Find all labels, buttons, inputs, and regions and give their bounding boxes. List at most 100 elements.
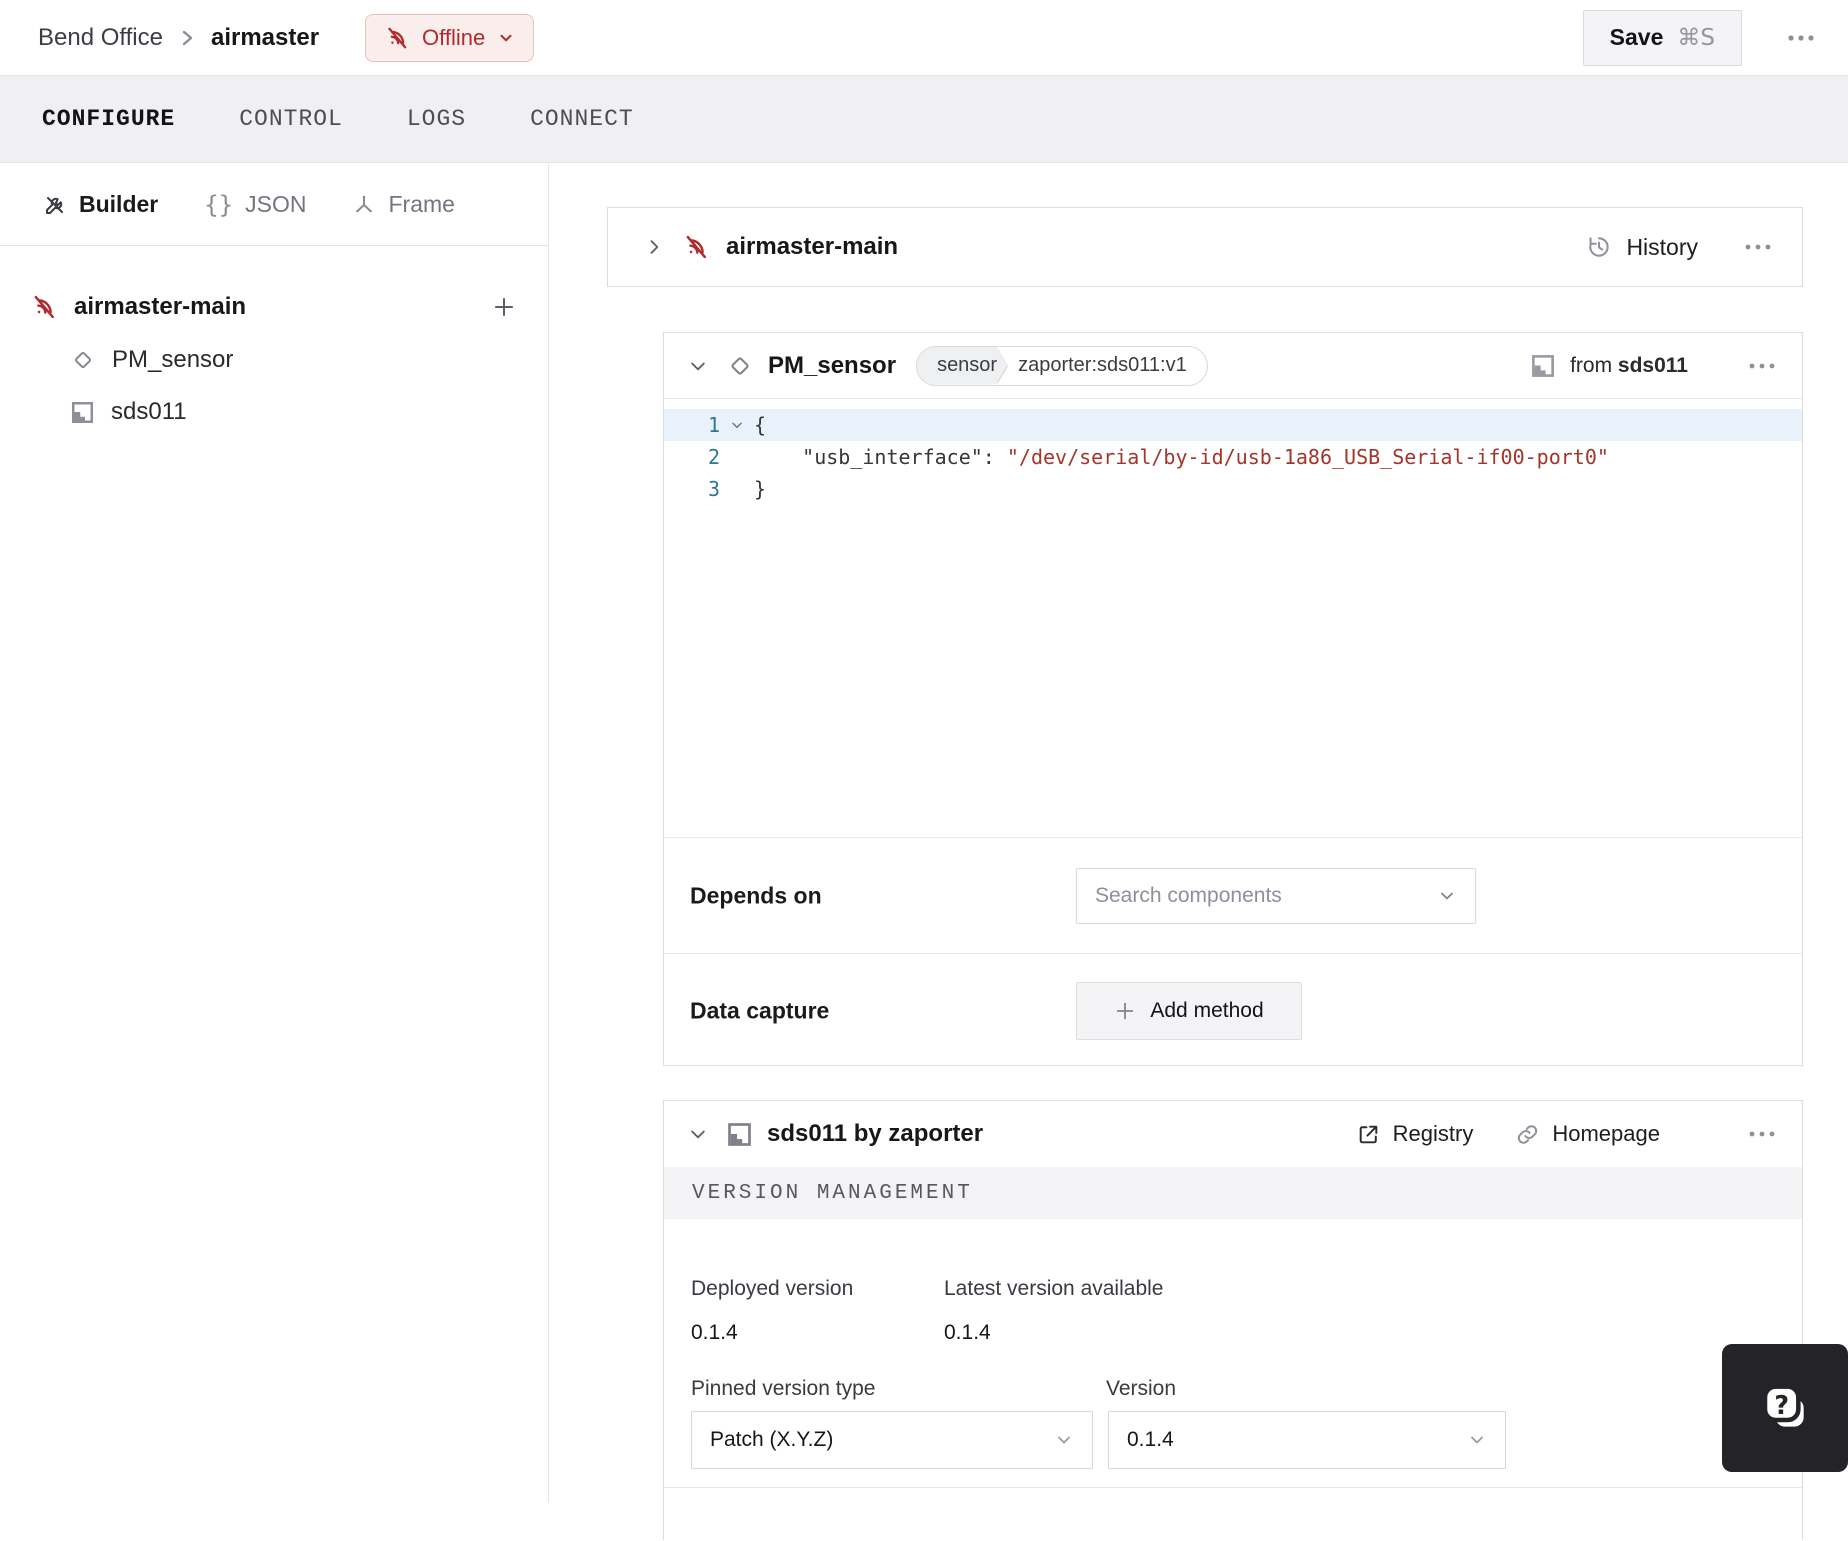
breadcrumb-chevron-icon xyxy=(179,26,195,50)
module-icon xyxy=(728,1122,751,1146)
line-number: 1 xyxy=(707,413,720,437)
depends-on-row: Depends on Search components xyxy=(664,837,1802,953)
chevron-down-icon[interactable] xyxy=(688,356,708,376)
section-divider xyxy=(664,1487,1802,1488)
homepage-link[interactable]: Homepage xyxy=(1515,1121,1660,1147)
wifi-off-icon xyxy=(30,293,58,321)
code-json-string-value: "/dev/serial/by-id/usb-1a86_USB_Serial-i… xyxy=(1006,445,1609,469)
code-line-1: 1 { xyxy=(664,409,1802,441)
save-label: Save xyxy=(1609,24,1664,50)
component-type: sensor xyxy=(917,347,1007,385)
machine-menu-icon[interactable] xyxy=(1742,235,1774,259)
fold-chevron-icon[interactable] xyxy=(720,418,754,432)
version-value: 0.1.4 xyxy=(1127,1428,1174,1451)
pinned-version-type-label: Pinned version type xyxy=(691,1377,876,1400)
tree-machine-label: airmaster-main xyxy=(74,293,247,320)
data-capture-row: Data capture Add method xyxy=(664,953,1802,1067)
add-resource-icon[interactable] xyxy=(486,289,522,325)
machine-card-title: airmaster-main xyxy=(726,233,899,260)
tools-icon xyxy=(46,196,63,214)
depends-on-placeholder: Search components xyxy=(1095,883,1282,907)
deployed-version-value: 0.1.4 xyxy=(691,1321,738,1344)
tree-child-label: sds011 xyxy=(111,398,187,425)
mode-frame[interactable]: Frame xyxy=(352,191,455,218)
tree-item-sds011[interactable]: sds011 xyxy=(0,386,548,438)
homepage-label: Homepage xyxy=(1552,1121,1660,1146)
depends-on-select[interactable]: Search components xyxy=(1076,867,1476,924)
from-prefix: from xyxy=(1570,353,1613,377)
tree-item-machine[interactable]: airmaster-main xyxy=(0,280,548,334)
mode-builder[interactable]: Builder xyxy=(43,191,158,218)
status-label: Offline xyxy=(422,24,486,50)
data-capture-label: Data capture xyxy=(690,997,830,1023)
tab-control[interactable]: CONTROL xyxy=(239,106,343,132)
component-card: PM_sensor sensor zaporter:sds011:v1 from… xyxy=(663,332,1803,1066)
version-select[interactable]: 0.1.4 xyxy=(1108,1411,1506,1469)
code-separator: : xyxy=(982,445,1007,469)
history-button[interactable]: History xyxy=(1586,234,1698,261)
module-title: sds011 by zaporter xyxy=(767,1120,984,1147)
breadcrumb-machine-name: airmaster xyxy=(210,23,320,51)
mode-frame-label: Frame xyxy=(388,191,455,217)
plus-icon xyxy=(1117,1002,1134,1019)
from-module-link[interactable]: from sds011 xyxy=(1570,354,1688,378)
component-diamond-icon xyxy=(731,356,749,375)
tab-connect[interactable]: CONNECT xyxy=(530,106,634,132)
help-question-icon: ? xyxy=(1762,1384,1804,1427)
chevron-down-icon xyxy=(500,34,512,41)
registry-link[interactable]: Registry xyxy=(1356,1121,1473,1147)
mode-json-label: JSON xyxy=(245,191,307,217)
version-label: Version xyxy=(1106,1377,1177,1400)
deployed-version-label: Deployed version xyxy=(691,1277,854,1300)
view-mode-toggle: Builder {} JSON Frame xyxy=(0,164,548,246)
external-link-icon xyxy=(1359,1125,1377,1143)
overflow-menu-icon[interactable] xyxy=(1782,23,1820,53)
tree-item-pm-sensor[interactable]: PM_sensor xyxy=(0,334,548,386)
braces-icon: {} xyxy=(204,190,234,219)
pinned-version-type-value: Patch (X.Y.Z) xyxy=(710,1428,834,1451)
component-diamond-icon xyxy=(75,352,91,368)
from-module-name: sds011 xyxy=(1617,353,1688,377)
version-management-section-title: VERSION MANAGEMENT xyxy=(664,1167,1802,1219)
line-number: 2 xyxy=(707,445,720,469)
module-icon xyxy=(71,401,94,423)
component-menu-icon[interactable] xyxy=(1746,354,1778,378)
breadcrumb-location[interactable]: Bend Office xyxy=(38,24,163,52)
chevron-down-icon[interactable] xyxy=(688,1124,708,1144)
mode-builder-label: Builder xyxy=(79,191,159,217)
top-bar: Bend Office airmaster Offline Save ⌘S xyxy=(0,0,1848,75)
module-menu-icon[interactable] xyxy=(1746,1122,1778,1146)
machine-status-dropdown[interactable]: Offline xyxy=(365,13,535,62)
mode-json[interactable]: {} JSON xyxy=(204,191,306,219)
module-card-header: sds011 by zaporter Registry Homepage xyxy=(664,1101,1802,1167)
code-line-3: 3 } xyxy=(664,473,1802,505)
link-icon xyxy=(1518,1124,1538,1144)
pinned-version-type-select[interactable]: Patch (X.Y.Z) xyxy=(691,1411,1093,1469)
add-method-label: Add method xyxy=(1150,998,1264,1022)
latest-version-label: Latest version available xyxy=(944,1277,1164,1300)
save-button[interactable]: Save ⌘S xyxy=(1582,9,1742,66)
help-button[interactable]: ? xyxy=(1722,1344,1848,1472)
tab-logs[interactable]: LOGS xyxy=(407,106,466,132)
module-card: sds011 by zaporter Registry Homepage VER… xyxy=(663,1100,1803,1540)
add-method-button[interactable]: Add method xyxy=(1076,981,1302,1040)
component-model: zaporter:sds011:v1 xyxy=(1018,354,1187,376)
tab-configure[interactable]: CONFIGURE xyxy=(42,106,175,132)
component-card-header: PM_sensor sensor zaporter:sds011:v1 from… xyxy=(664,333,1802,399)
code-line-2: 2 "usb_interface": "/dev/serial/by-id/us… xyxy=(664,441,1802,473)
wifi-off-icon xyxy=(682,233,710,261)
code-text: } xyxy=(754,477,767,501)
code-text: { xyxy=(754,413,767,437)
save-shortcut: ⌘S xyxy=(1677,24,1715,51)
history-label: History xyxy=(1626,233,1698,260)
tree-child-label: PM_sensor xyxy=(112,346,234,373)
module-icon xyxy=(1532,354,1554,377)
depends-on-label: Depends on xyxy=(690,882,822,908)
latest-version-value: 0.1.4 xyxy=(944,1321,991,1344)
attributes-json-editor[interactable]: 1 { 2 "usb_interface": "/dev/serial/by-i… xyxy=(664,399,1802,837)
line-number: 3 xyxy=(707,477,720,501)
machine-card-header: airmaster-main History xyxy=(607,207,1803,287)
component-type-model-pill: sensor zaporter:sds011:v1 xyxy=(916,345,1208,386)
version-management-body: Deployed version Latest version availabl… xyxy=(664,1219,1802,1541)
chevron-right-icon[interactable] xyxy=(644,237,664,257)
